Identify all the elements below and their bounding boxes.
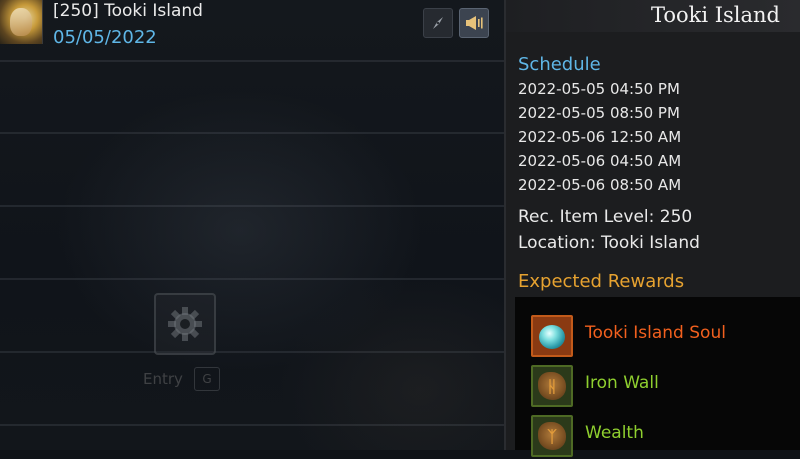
detail-header: Tooki Island (506, 0, 800, 32)
schedule-item: 2022-05-05 04:50 PM (518, 80, 680, 98)
raid-detail-panel: Tooki Island Schedule 2022-05-05 04:50 P… (506, 0, 800, 457)
compass-icon (433, 17, 443, 29)
row-divider (0, 351, 504, 353)
reward-item[interactable]: Tooki Island Soul (531, 315, 800, 359)
gear-icon (168, 307, 202, 341)
raid-title[interactable]: [250] Tooki Island (53, 1, 203, 21)
schedule-item: 2022-05-06 12:50 AM (518, 128, 682, 146)
wealth-rune-icon: ᛉ (531, 415, 573, 457)
reward-name: Wealth (585, 423, 644, 443)
rewards-list: Tooki Island Soul ᚺ Iron Wall ᛉ Wealth (515, 297, 800, 457)
schedule-item: 2022-05-06 04:50 AM (518, 152, 682, 170)
reward-item[interactable]: ᛉ Wealth (531, 415, 800, 459)
reward-name: Tooki Island Soul (585, 323, 726, 343)
schedule-list: 2022-05-05 04:50 PM 2022-05-05 08:50 PM … (518, 80, 681, 200)
reward-name: Iron Wall (585, 373, 659, 393)
entry-key-hint: G (194, 367, 220, 391)
compass-button[interactable] (423, 8, 453, 38)
location: Location: Tooki Island (518, 233, 700, 253)
row-divider (0, 205, 504, 207)
settings-button[interactable] (154, 293, 216, 355)
announce-button[interactable] (459, 8, 489, 38)
megaphone-icon (466, 16, 483, 30)
soul-orb-icon (531, 315, 573, 357)
row-divider (0, 132, 504, 134)
schedule-item: 2022-05-06 08:50 AM (518, 176, 682, 194)
entry-label: Entry (143, 370, 183, 388)
raid-avatar (0, 0, 43, 44)
detail-title: Tooki Island (650, 3, 780, 27)
row-divider (0, 424, 504, 426)
schedule-heading: Schedule (518, 54, 601, 75)
rewards-heading: Expected Rewards (518, 271, 685, 292)
raid-list-panel: [250] Tooki Island 05/05/2022 Entry G (0, 0, 504, 450)
rec-item-level: Rec. Item Level: 250 (518, 207, 693, 227)
row-divider (0, 278, 504, 280)
reward-item[interactable]: ᚺ Iron Wall (531, 365, 800, 409)
iron-wall-rune-icon: ᚺ (531, 365, 573, 407)
schedule-item: 2022-05-05 08:50 PM (518, 104, 680, 122)
raid-date: 05/05/2022 (53, 27, 157, 48)
row-divider (0, 60, 504, 62)
